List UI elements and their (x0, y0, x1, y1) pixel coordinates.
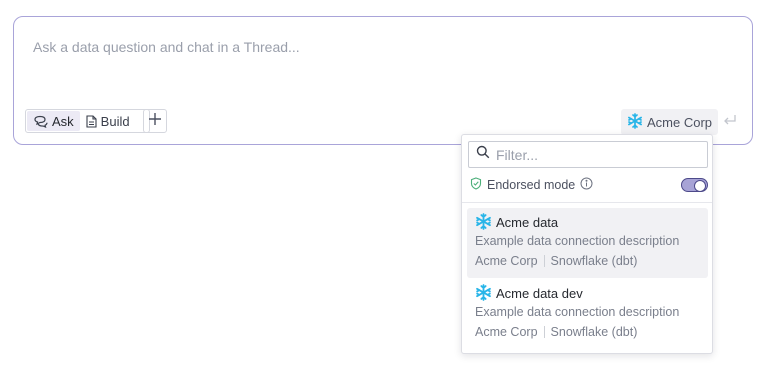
connection-label: Acme Corp (647, 114, 713, 130)
connection-org: Acme Corp (475, 325, 538, 339)
divider (462, 202, 712, 203)
chat-bubbles-icon (33, 115, 48, 128)
endorsed-mode-row: Endorsed mode (470, 176, 708, 194)
info-icon[interactable] (580, 177, 593, 193)
build-mode-label: Build (100, 113, 130, 129)
connection-name: Acme data dev (496, 286, 583, 301)
connection-item-acme-data[interactable]: Acme data Example data connection descri… (467, 208, 708, 278)
connection-type: Snowflake (dbt) (550, 254, 638, 268)
shield-check-icon (470, 177, 482, 193)
mode-toggle[interactable]: Ask Build (25, 109, 150, 133)
meta-separator (543, 255, 545, 267)
prompt-input[interactable]: Ask a data question and chat in a Thread… (33, 39, 300, 55)
search-icon (476, 145, 490, 164)
build-mode-button[interactable]: Build (80, 111, 136, 131)
meta-separator (543, 326, 545, 338)
connection-description: Example data connection description (475, 234, 680, 248)
document-icon (86, 114, 97, 128)
snowflake-icon (475, 212, 492, 233)
connection-item-acme-data-dev[interactable]: Acme data dev Example data connection de… (467, 279, 708, 349)
send-button[interactable] (718, 111, 742, 133)
connection-description: Example data connection description (475, 305, 680, 319)
connection-type: Snowflake (dbt) (550, 325, 638, 339)
snowflake-icon (627, 112, 643, 132)
thread-composer[interactable]: Ask a data question and chat in a Thread… (13, 16, 753, 145)
plus-icon (148, 112, 162, 131)
ask-mode-label: Ask (52, 113, 74, 129)
endorsed-mode-toggle[interactable] (681, 178, 708, 192)
connection-dropdown: Endorsed mode Acme data Example data con… (461, 134, 713, 354)
endorsed-mode-label: Endorsed mode (487, 178, 576, 192)
connection-selector[interactable]: Acme Corp (621, 109, 719, 135)
ask-mode-button[interactable]: Ask (27, 111, 80, 131)
snowflake-icon (475, 283, 492, 304)
connection-org: Acme Corp (475, 254, 538, 268)
add-button[interactable] (143, 109, 167, 133)
enter-arrow-icon (722, 113, 738, 131)
filter-input[interactable] (496, 146, 696, 163)
filter-field[interactable] (468, 141, 708, 168)
connection-name: Acme data (496, 215, 559, 230)
